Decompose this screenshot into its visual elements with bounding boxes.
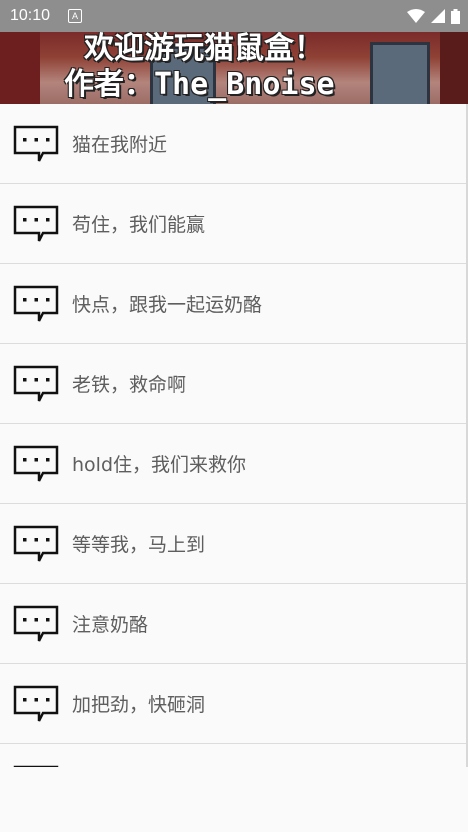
message-label: 注意奶酪 [72, 614, 149, 636]
banner-title: 欢迎游玩猫鼠盒！ [84, 32, 324, 66]
chat-bubble-icon [13, 445, 59, 482]
message-item[interactable] [0, 744, 466, 767]
chat-bubble-icon [13, 605, 59, 642]
chat-bubble-icon [13, 125, 59, 162]
status-icons [407, 0, 460, 32]
chat-bubble-icon [13, 285, 59, 322]
signal-icon [431, 9, 445, 23]
bottom-empty-area [0, 767, 468, 832]
banner-curtain-right [440, 32, 468, 104]
banner-curtain-left [0, 32, 40, 104]
message-item[interactable]: 注意奶酪 [0, 584, 466, 664]
message-label: hold住，我们来救你 [72, 454, 247, 476]
chat-bubble-icon [13, 525, 59, 562]
chat-bubble-icon [13, 365, 59, 402]
banner-window [370, 42, 430, 104]
message-label: 苟住，我们能赢 [72, 214, 206, 236]
message-item[interactable]: 老铁，救命啊 [0, 344, 466, 424]
message-item[interactable]: 苟住，我们能赢 [0, 184, 466, 264]
message-item[interactable]: 加把劲，快砸洞 [0, 664, 466, 744]
message-label: 老铁，救命啊 [72, 374, 187, 396]
quick-message-list[interactable]: 猫在我附近苟住，我们能赢快点，跟我一起运奶酪 老铁，救命啊 hold住，我们来救你等… [0, 104, 466, 767]
message-item[interactable]: hold住，我们来救你 [0, 424, 466, 504]
status-time: 10:10 [10, 7, 51, 24]
wifi-icon [407, 9, 425, 23]
status-bar: 10:10 A [0, 0, 468, 32]
welcome-banner: 欢迎游玩猫鼠盒！ 作者：The_Bnoise [0, 32, 468, 104]
chat-bubble-icon [13, 685, 59, 722]
message-label: 加把劲，快砸洞 [72, 694, 206, 716]
message-item[interactable]: 猫在我附近 [0, 104, 466, 184]
a-icon: A [68, 9, 83, 23]
message-item[interactable]: 等等我，马上到 [0, 504, 466, 584]
message-item[interactable]: 快点，跟我一起运奶酪 [0, 264, 466, 344]
message-label: 快点，跟我一起运奶酪 [72, 294, 263, 316]
message-label: 等等我，马上到 [72, 534, 206, 556]
message-label: 猫在我附近 [72, 134, 168, 156]
banner-author: 作者：The_Bnoise [64, 67, 335, 102]
chat-bubble-icon [13, 205, 59, 242]
battery-icon [451, 8, 460, 24]
